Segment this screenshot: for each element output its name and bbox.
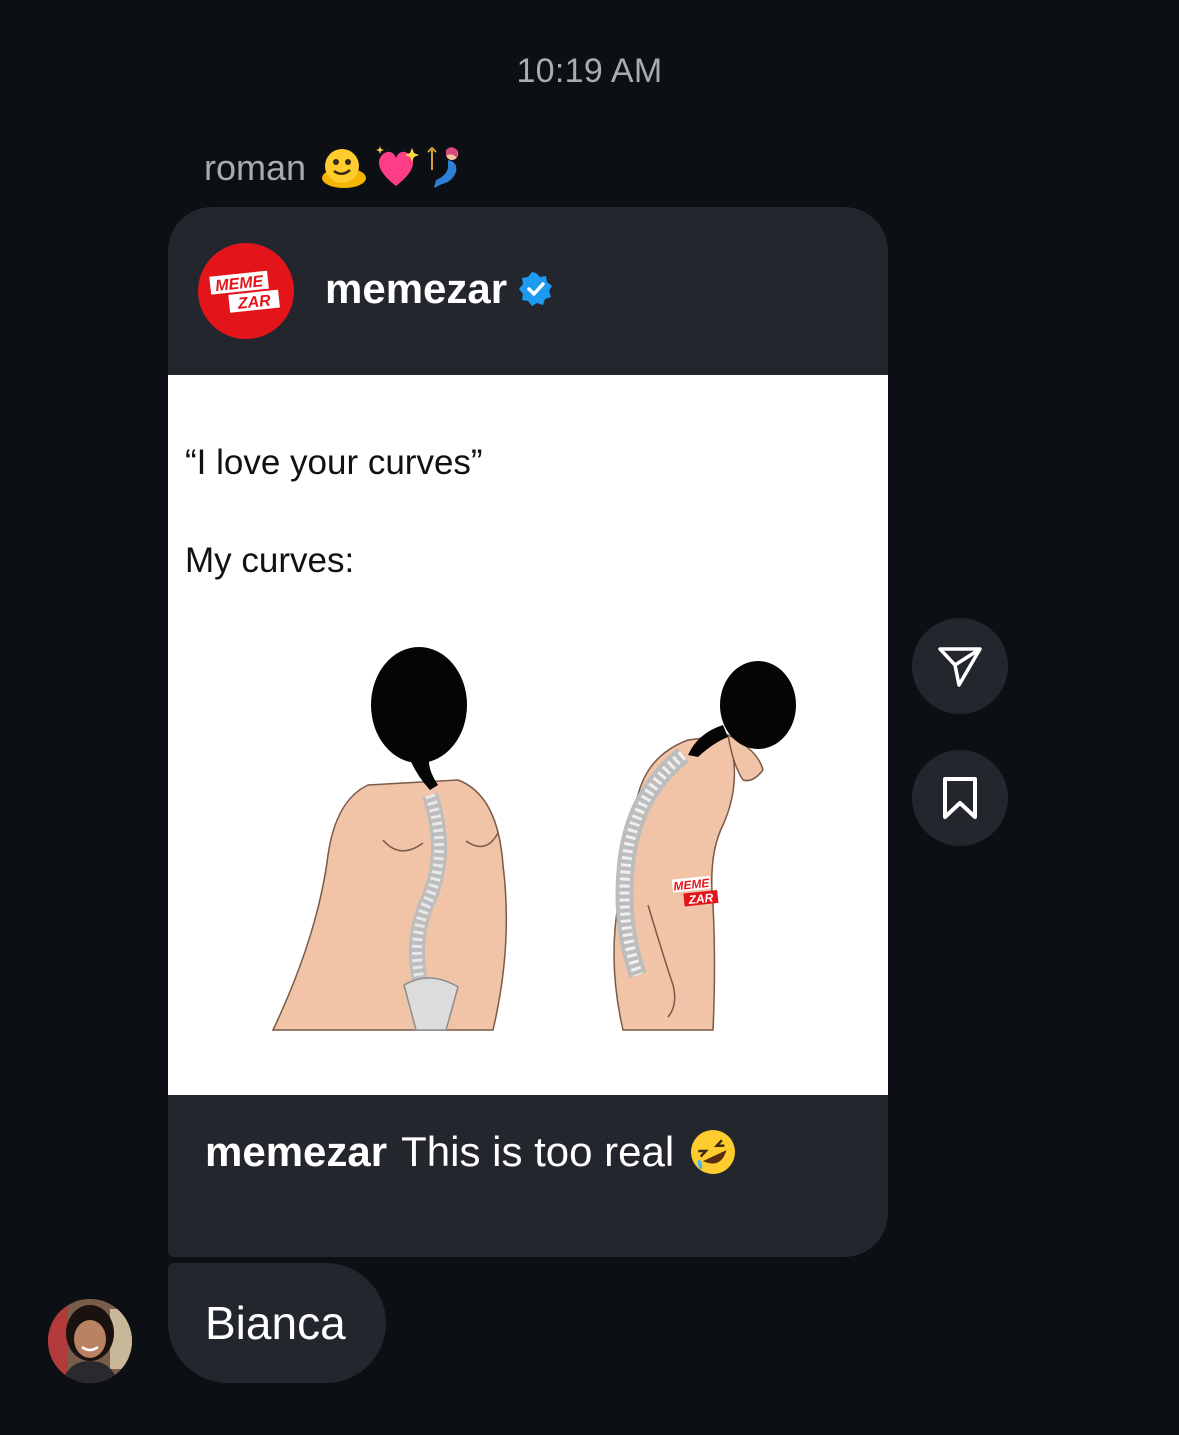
save-button[interactable] xyxy=(912,750,1008,846)
post-caption: memezar This is too real xyxy=(205,1127,858,1177)
reply-message-bubble[interactable]: Bianca xyxy=(168,1263,386,1383)
post-header: MEME ZAR memezar xyxy=(168,207,888,375)
caption-username[interactable]: memezar xyxy=(205,1128,387,1176)
participant-avatar[interactable] xyxy=(48,1299,132,1383)
paper-plane-icon xyxy=(938,647,982,687)
share-button[interactable] xyxy=(912,618,1008,714)
message-timestamp: 10:19 AM xyxy=(516,52,663,90)
svg-text:ZAR: ZAR xyxy=(236,292,272,312)
reply-message-text: Bianca xyxy=(205,1297,346,1349)
sender-name[interactable]: roman xyxy=(204,147,306,189)
meme-text-line-2: My curves: xyxy=(185,541,355,580)
post-image[interactable]: “I love your curves” My curves: MEME ZAR xyxy=(168,375,888,1095)
post-author-name[interactable]: memezar xyxy=(325,265,507,313)
mermaid-icon xyxy=(427,146,459,188)
participant-photo xyxy=(48,1299,132,1383)
memezar-logo: MEME ZAR xyxy=(209,270,280,313)
sparkling-heart-icon xyxy=(376,146,420,186)
sender-emojis xyxy=(320,144,472,192)
post-author-avatar[interactable]: MEME ZAR xyxy=(198,243,294,339)
sender-row: roman xyxy=(204,140,472,196)
post-author[interactable]: memezar xyxy=(325,265,553,313)
svg-text:ZAR: ZAR xyxy=(687,890,714,907)
side-view-figure: MEME ZAR xyxy=(613,661,796,1031)
verified-badge-icon xyxy=(519,272,553,306)
rolling-on-floor-laughing-icon xyxy=(691,1130,736,1174)
caption-text: This is too real xyxy=(401,1128,675,1175)
meme-text-line-1: “I love your curves” xyxy=(185,443,483,482)
shared-post-card[interactable]: MEME ZAR memezar “I love your curves” My… xyxy=(168,207,888,1257)
spine-illustration: MEME ZAR xyxy=(271,647,796,1031)
back-view-figure xyxy=(271,647,508,1031)
melting-face-icon xyxy=(322,149,367,188)
bookmark-icon xyxy=(943,777,977,819)
